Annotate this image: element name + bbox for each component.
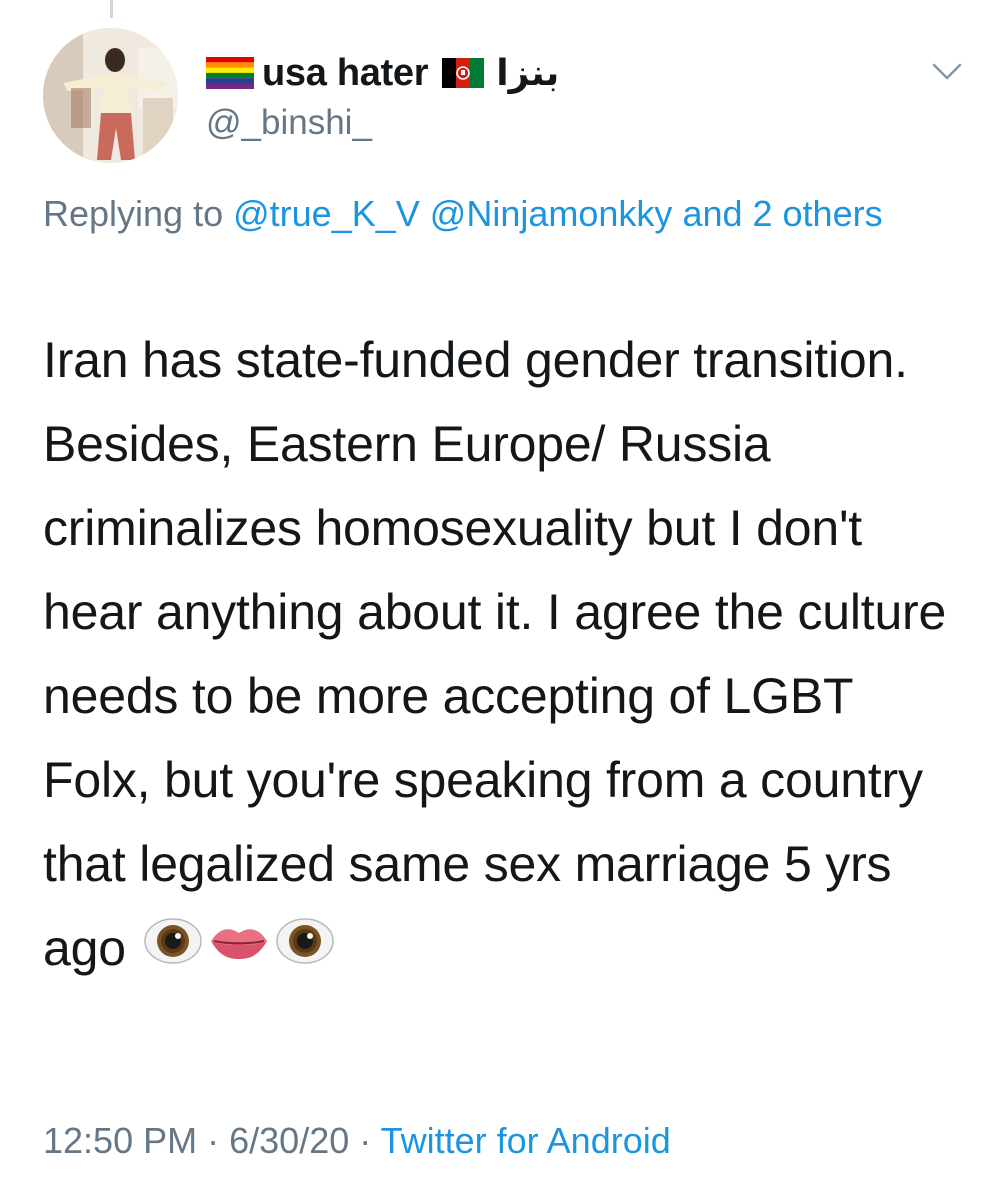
display-name[interactable]: usa hater — [262, 52, 429, 95]
mention-link[interactable]: @Ninjamonkky — [430, 193, 673, 234]
display-name-suffix: بنزا — [496, 52, 560, 94]
thread-connector-line — [110, 0, 113, 18]
meta-separator: · — [359, 1120, 372, 1161]
avatar[interactable] — [43, 28, 178, 163]
eye-emoji-icon — [274, 908, 336, 992]
replying-to-line: Replying to @true_K_V @Ninjamonkky and 2… — [43, 186, 923, 241]
tweet-meta: 12:50 PM · 6/30/20 · Twitter for Android — [43, 1120, 671, 1162]
eye-emoji-icon — [142, 908, 204, 992]
lips-emoji-icon — [208, 908, 270, 992]
user-handle[interactable]: @_binshi_ — [206, 103, 372, 143]
tweet-time[interactable]: 12:50 PM — [43, 1120, 197, 1161]
replying-prefix: Replying to — [43, 193, 224, 234]
rainbow-flag-icon — [206, 57, 254, 89]
tweet-date[interactable]: 6/30/20 — [229, 1120, 349, 1161]
mention-link[interactable]: @true_K_V — [233, 193, 420, 234]
tweet-body: Iran has state-funded gender transition.… — [43, 332, 947, 976]
tweet-text: Iran has state-funded gender transition.… — [43, 318, 973, 994]
others-link[interactable]: and 2 others — [682, 193, 882, 234]
tweet-source-link[interactable]: Twitter for Android — [381, 1120, 671, 1161]
afghanistan-flag-icon — [442, 58, 485, 88]
chevron-down-icon[interactable] — [930, 60, 964, 84]
user-name-row[interactable]: usa hater بنزا — [206, 50, 559, 96]
meta-separator: · — [207, 1120, 220, 1161]
